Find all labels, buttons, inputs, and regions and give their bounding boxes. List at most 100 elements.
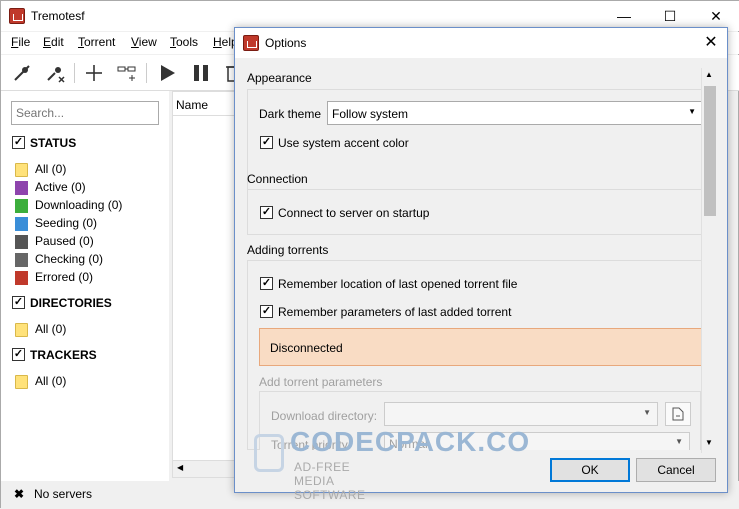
toolbar-separator: [74, 63, 75, 83]
trackers-header: TRACKERS: [30, 348, 97, 362]
watermark-logo-icon: [254, 434, 284, 472]
chevron-down-icon: ▼: [688, 107, 696, 116]
accent-checkbox[interactable]: ✓: [260, 136, 273, 149]
add-link-icon[interactable]: [115, 61, 139, 85]
active-icon: [15, 180, 28, 195]
scroll-up-icon[interactable]: ▲: [705, 70, 713, 79]
status-item-label: All (0): [35, 162, 67, 176]
dialog-close-button[interactable]: ✕: [695, 28, 727, 58]
add-icon[interactable]: [82, 61, 106, 85]
status-item-all[interactable]: All (0): [15, 162, 66, 177]
menu-tools-label: ools: [176, 35, 199, 49]
remember-params-checkbox[interactable]: ✓: [260, 305, 273, 318]
folder-icon: [15, 322, 28, 337]
status-item-paused[interactable]: Paused (0): [15, 234, 94, 249]
add-params-label: Add torrent parameters: [259, 375, 383, 389]
menu-edit[interactable]: Edit: [43, 35, 64, 49]
disconnected-banner: Disconnected: [259, 328, 705, 366]
scroll-thumb[interactable]: [704, 86, 716, 216]
menu-torrent[interactable]: Torrent: [78, 35, 115, 49]
download-dir-input[interactable]: ▼: [384, 402, 658, 426]
connect-startup-label: Connect to server on startup: [278, 206, 430, 220]
dialog-scrollbar[interactable]: ▲ ▼: [701, 68, 717, 453]
status-item-checking[interactable]: Checking (0): [15, 252, 103, 267]
horizontal-scrollbar[interactable]: ◀: [173, 460, 241, 477]
remember-location-label: Remember location of last opened torrent…: [278, 277, 518, 291]
menu-tools[interactable]: Tools: [170, 35, 198, 49]
seed-icon: [15, 216, 28, 231]
torrent-list[interactable]: Name ◀: [172, 91, 242, 478]
disconnect-icon[interactable]: [43, 61, 67, 85]
toolbar-separator: [146, 63, 147, 83]
accent-label: Use system accent color: [278, 136, 409, 150]
trackers-checkbox[interactable]: ✓: [12, 348, 25, 361]
status-item-downloading[interactable]: Downloading (0): [15, 198, 122, 213]
header-divider: [173, 115, 241, 116]
menu-help-mnemonic: H: [213, 35, 222, 49]
app-icon: [9, 8, 25, 24]
connect-icon[interactable]: [10, 61, 34, 85]
status-text: No servers: [34, 487, 93, 501]
tracker-item-all[interactable]: All (0): [15, 374, 66, 389]
window-title: Tremotesf: [31, 9, 85, 23]
menu-view-label: iew: [138, 35, 157, 49]
column-header-name[interactable]: Name: [176, 98, 208, 112]
adding-label: Adding torrents: [247, 243, 329, 257]
appearance-label: Appearance: [247, 71, 312, 85]
disconnected-text: Disconnected: [270, 341, 343, 355]
tracker-item-label: All (0): [35, 374, 67, 388]
status-item-seeding[interactable]: Seeding (0): [15, 216, 97, 231]
chevron-down-icon: ▼: [675, 437, 683, 446]
directories-checkbox[interactable]: ✓: [12, 296, 25, 309]
status-header: STATUS: [30, 136, 77, 150]
app-icon: [243, 35, 259, 51]
cancel-button[interactable]: Cancel: [636, 458, 716, 482]
error-icon: [15, 270, 28, 285]
menu-torrent-label: orrent: [84, 35, 116, 49]
scroll-left-icon[interactable]: ◀: [177, 463, 183, 472]
remember-location-checkbox[interactable]: ✓: [260, 277, 273, 290]
menu-view-mnemonic: V: [131, 35, 139, 49]
sidebar: ✓ STATUS All (0) Active (0) Downloading …: [1, 91, 169, 481]
menu-file[interactable]: File: [11, 35, 30, 49]
download-icon: [15, 198, 28, 213]
status-checkbox[interactable]: ✓: [12, 136, 25, 149]
pause-icon[interactable]: [189, 61, 213, 85]
status-item-label: Seeding (0): [35, 216, 98, 230]
scroll-down-icon[interactable]: ▼: [705, 438, 713, 447]
options-scroll-area: Appearance Dark theme Follow system ▼ ✓ …: [235, 58, 727, 450]
status-item-label: Errored (0): [35, 270, 94, 284]
connect-startup-checkbox[interactable]: ✓: [260, 206, 273, 219]
status-item-errored[interactable]: Errored (0): [15, 270, 93, 285]
dark-theme-value: Follow system: [332, 107, 409, 121]
appearance-group: Dark theme Follow system ▼ ✓ Use system …: [247, 89, 703, 191]
pause-icon: [15, 234, 28, 249]
menu-edit-label: dit: [51, 35, 64, 49]
dark-theme-select[interactable]: Follow system ▼: [327, 101, 703, 125]
status-item-active[interactable]: Active (0): [15, 180, 86, 195]
status-item-label: Downloading (0): [35, 198, 123, 212]
menu-file-label: ile: [18, 35, 31, 49]
folder-icon: [15, 162, 28, 177]
folder-icon: [15, 374, 28, 389]
watermark-subtitle: AD-FREE MEDIA SOFTWARE: [294, 460, 366, 502]
dark-theme-label: Dark theme: [259, 107, 322, 121]
download-dir-label: Download directory:: [271, 409, 378, 423]
checking-icon: [15, 252, 28, 267]
ok-button[interactable]: OK: [550, 458, 630, 482]
directory-item-label: All (0): [35, 322, 67, 336]
status-item-label: Checking (0): [35, 252, 104, 266]
connection-group: ✓ Connect to server on startup: [247, 189, 703, 235]
menu-view[interactable]: View: [131, 35, 157, 49]
status-item-label: Active (0): [35, 180, 86, 194]
status-item-label: Paused (0): [35, 234, 94, 248]
chevron-down-icon: ▼: [643, 408, 651, 417]
connection-label: Connection: [247, 172, 308, 186]
directories-header: DIRECTORIES: [30, 296, 112, 310]
search-input[interactable]: [11, 101, 159, 125]
start-icon[interactable]: [155, 61, 179, 85]
browse-directory-button[interactable]: [665, 402, 691, 426]
watermark-title: CODECPACK.CO: [290, 426, 531, 457]
directory-item-all[interactable]: All (0): [15, 322, 66, 337]
options-dialog: Options ✕ Appearance Dark theme Follow s…: [234, 27, 728, 493]
